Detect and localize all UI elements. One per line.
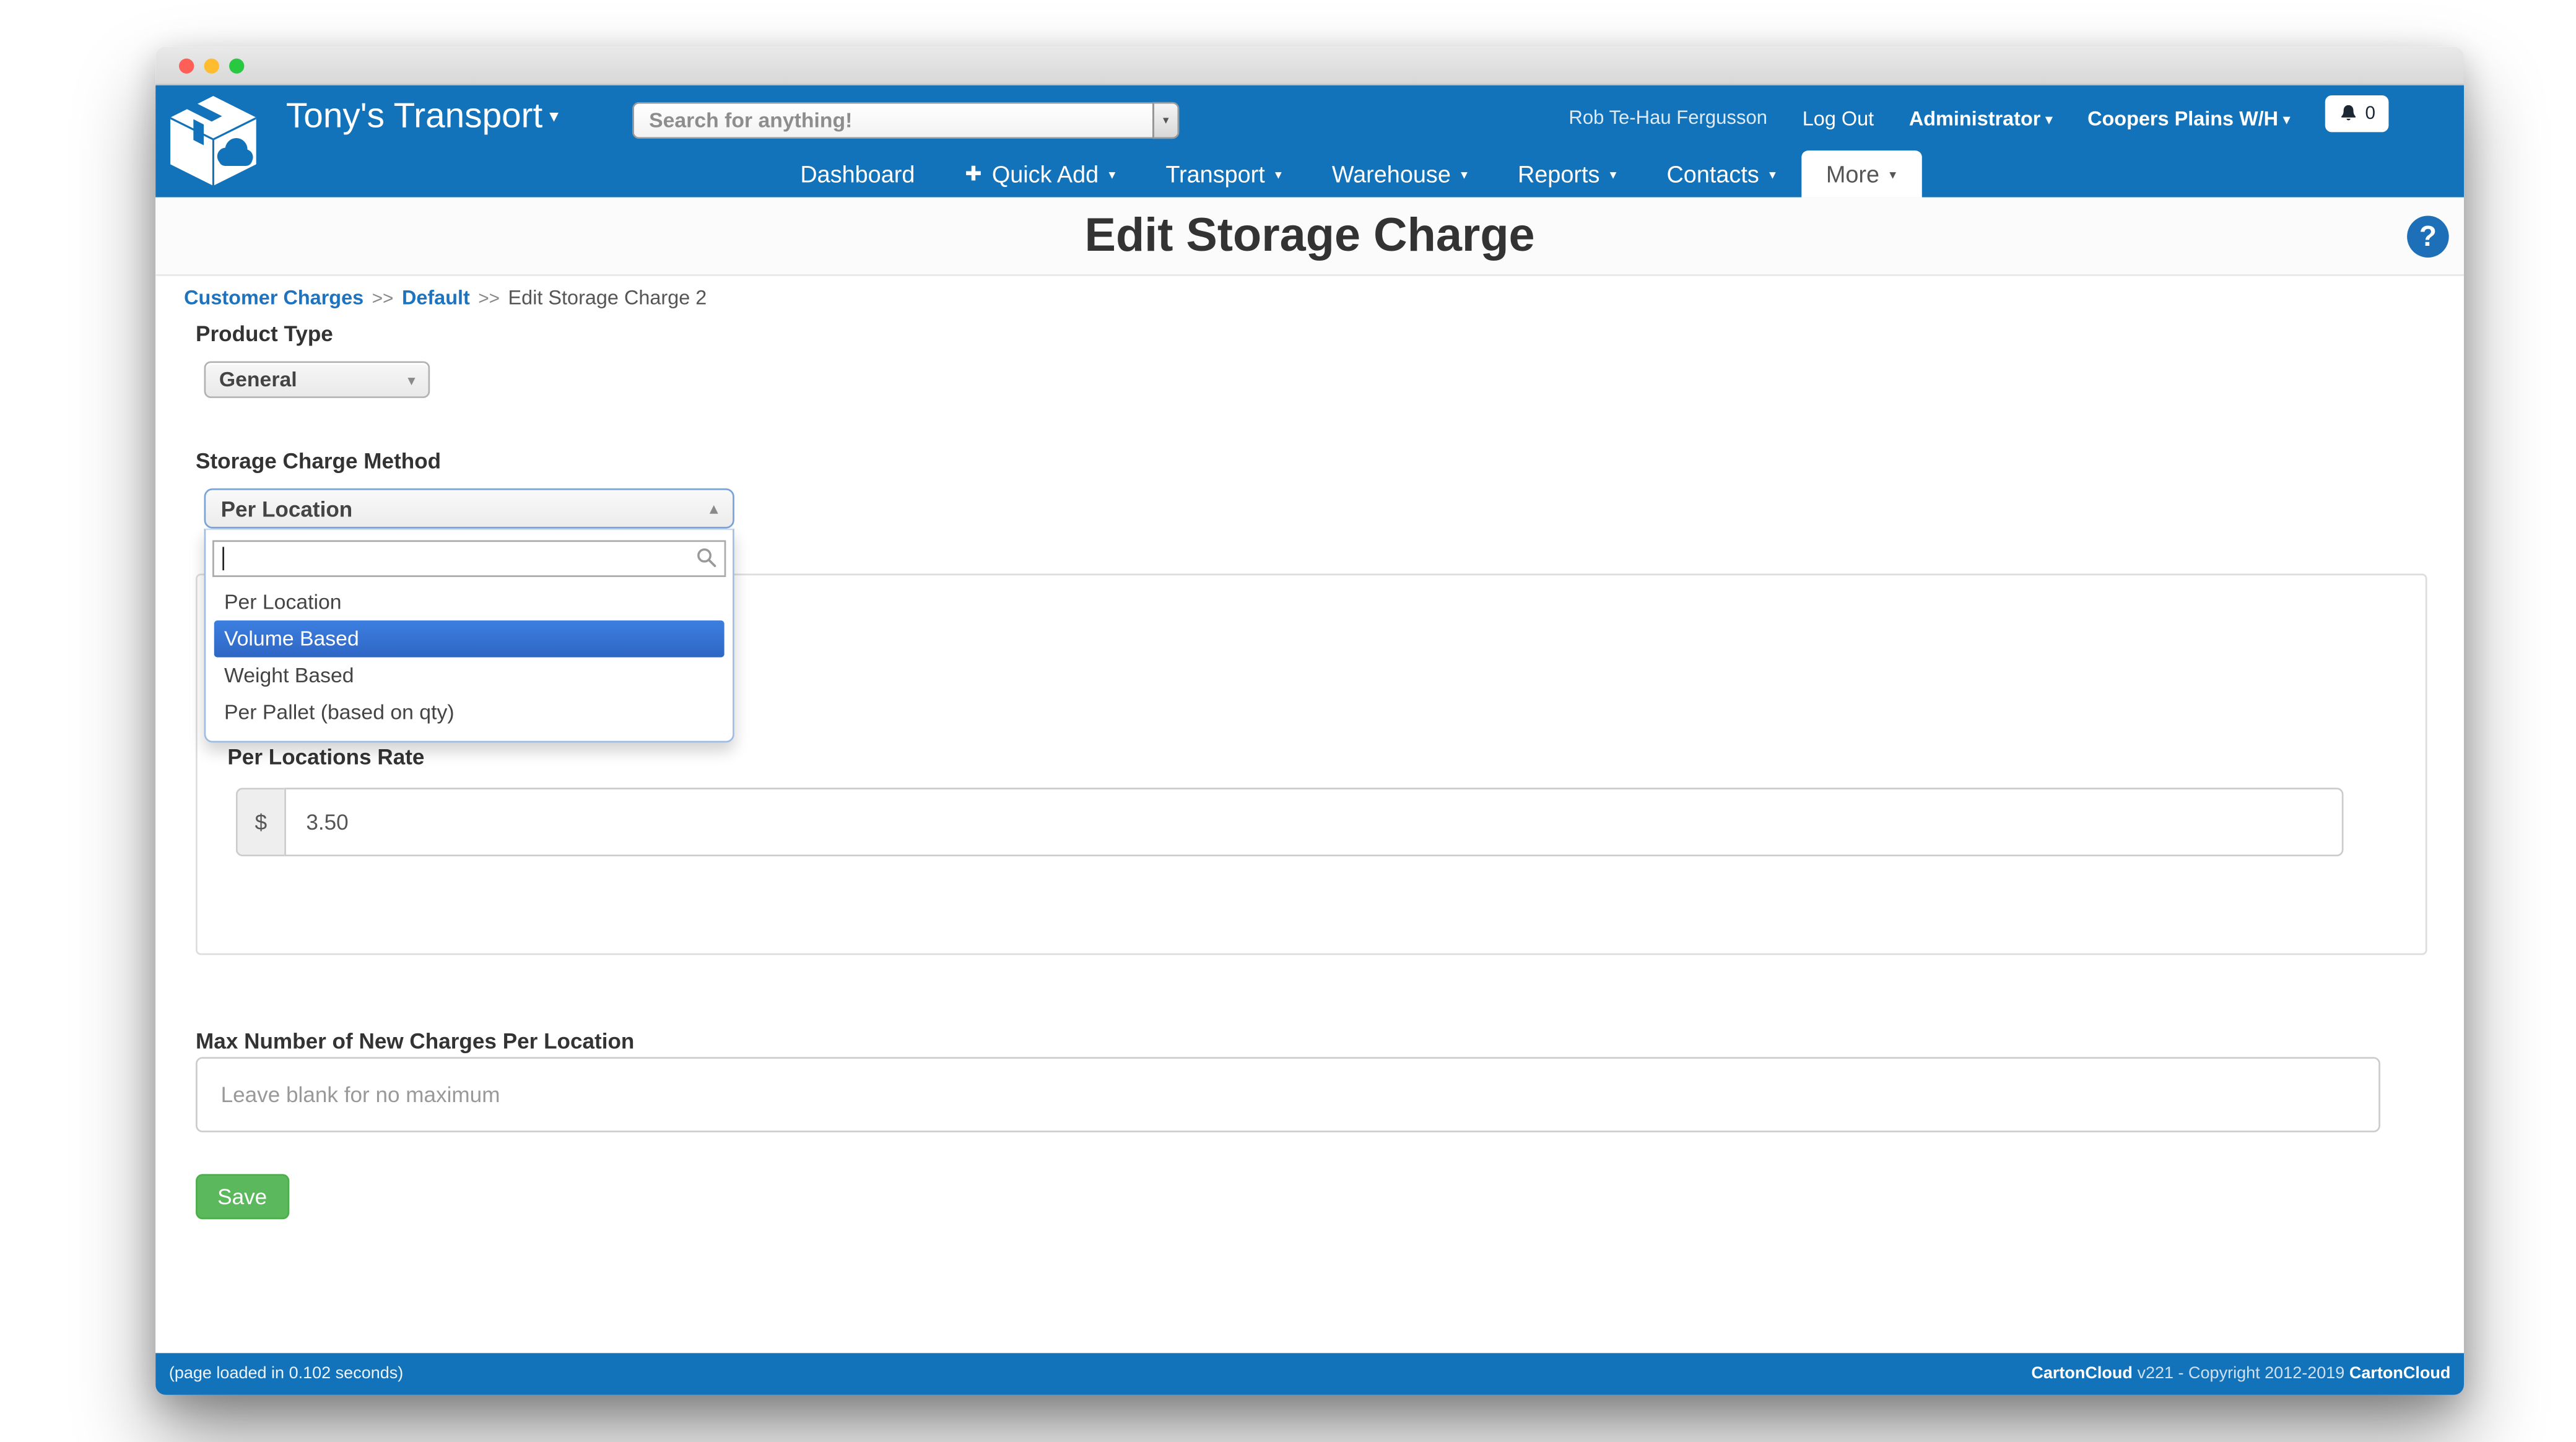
tenant-name: Tony's Transport bbox=[285, 97, 543, 136]
notification-count: 0 bbox=[2365, 103, 2376, 124]
max-charges-input[interactable] bbox=[196, 1057, 2380, 1132]
logout-link[interactable]: Log Out bbox=[1803, 106, 1874, 130]
storage-charge-method-select[interactable]: Per Location ▴ bbox=[204, 488, 734, 529]
page-content: Edit Storage Charge ? Customer Charges >>… bbox=[155, 197, 2464, 1353]
chevron-down-icon: ▾ bbox=[408, 372, 415, 388]
save-button[interactable]: Save bbox=[196, 1174, 289, 1220]
close-window-button[interactable] bbox=[179, 58, 194, 74]
option-per-location[interactable]: Per Location bbox=[214, 584, 724, 620]
option-weight-based[interactable]: Weight Based bbox=[214, 658, 724, 694]
nav-reports[interactable]: Reports ▾ bbox=[1492, 150, 1642, 198]
cartoncloud-logo-icon bbox=[165, 90, 261, 191]
currency-prefix: $ bbox=[235, 788, 285, 857]
breadcrumb: Customer Charges >> Default >> Edit Storage … bbox=[184, 286, 707, 310]
rate-input-group: $ bbox=[235, 788, 2344, 857]
breadcrumb-customer-charges[interactable]: Customer Charges bbox=[184, 286, 363, 310]
nav-dashboard[interactable]: Dashboard bbox=[775, 150, 940, 198]
search-icon bbox=[697, 548, 716, 567]
breadcrumb-separator: >> bbox=[478, 289, 500, 310]
method-dropdown-search bbox=[212, 540, 726, 577]
product-type-select[interactable]: General ▾ bbox=[204, 361, 430, 398]
breadcrumb-separator: >> bbox=[372, 289, 394, 310]
page-load-time: (page loaded in 0.102 seconds) bbox=[168, 1365, 404, 1383]
warehouse-menu[interactable]: Coopers Plains W/H ▾ bbox=[2087, 106, 2290, 130]
chevron-down-icon: ▾ bbox=[1609, 166, 1617, 182]
nav-warehouse[interactable]: Warehouse ▾ bbox=[1307, 150, 1492, 198]
max-charges-label: Max Number of New Charges Per Location bbox=[196, 1028, 635, 1054]
storage-charge-method-label: Storage Charge Method bbox=[196, 448, 442, 474]
app-header: Tony's Transport ▾ ▾ Rob Te-Hau Fergusson… bbox=[155, 85, 2464, 198]
chevron-down-icon: ▾ bbox=[1769, 166, 1776, 182]
tenant-menu[interactable]: Tony's Transport ▾ bbox=[286, 97, 559, 137]
user-name: Rob Te-Hau Fergusson bbox=[1569, 108, 1768, 128]
role-menu[interactable]: Administrator ▾ bbox=[1909, 106, 2053, 130]
warehouse-label: Coopers Plains W/H bbox=[2087, 106, 2279, 130]
option-per-pallet[interactable]: Per Pallet (based on qty) bbox=[214, 694, 724, 731]
chevron-down-icon: ▾ bbox=[2283, 111, 2291, 126]
nav-more[interactable]: More ▾ bbox=[1801, 150, 1921, 198]
minimize-window-button[interactable] bbox=[204, 58, 219, 74]
text-cursor bbox=[222, 547, 224, 571]
method-dropdown: Per Location Volume Based Weight Based P… bbox=[204, 528, 734, 743]
chevron-up-icon: ▴ bbox=[710, 499, 718, 516]
breadcrumb-current: Edit Storage Charge 2 bbox=[508, 285, 707, 310]
search-scope-dropdown[interactable]: ▾ bbox=[1152, 102, 1180, 139]
option-volume-based[interactable]: Volume Based bbox=[214, 620, 724, 658]
help-button[interactable]: ? bbox=[2407, 215, 2449, 258]
chevron-down-icon: ▾ bbox=[1461, 166, 1468, 182]
chevron-down-icon: ▾ bbox=[1163, 115, 1169, 128]
plus-icon: ✚ bbox=[965, 162, 982, 186]
window-titlebar bbox=[155, 46, 2464, 85]
role-label: Administrator bbox=[1908, 106, 2041, 130]
nav-contacts[interactable]: Contacts ▾ bbox=[1642, 150, 1801, 198]
nav-transport[interactable]: Transport ▾ bbox=[1141, 150, 1307, 198]
app-window: Tony's Transport ▾ ▾ Rob Te-Hau Fergusson… bbox=[155, 46, 2464, 1395]
breadcrumb-default[interactable]: Default bbox=[402, 286, 470, 310]
dropdown-search-input[interactable] bbox=[212, 540, 726, 577]
chevron-down-icon: ▾ bbox=[1274, 166, 1282, 182]
search-input[interactable] bbox=[632, 102, 1153, 139]
fullscreen-window-button[interactable] bbox=[229, 58, 245, 74]
page-title: Edit Storage Charge bbox=[1084, 209, 1535, 261]
method-options-list: Per Location Volume Based Weight Based P… bbox=[214, 584, 724, 731]
chevron-down-icon: ▾ bbox=[1889, 166, 1897, 182]
product-type-label: Product Type bbox=[196, 321, 333, 347]
chevron-down-icon: ▾ bbox=[549, 106, 559, 128]
bell-icon bbox=[2341, 105, 2356, 121]
page-title-bar: Edit Storage Charge ? bbox=[155, 197, 2464, 276]
main-nav: Dashboard ✚ Quick Add ▾ Transport ▾ Warehou… bbox=[155, 150, 2464, 198]
notifications-button[interactable]: 0 bbox=[2325, 95, 2389, 132]
chevron-down-icon: ▾ bbox=[1108, 166, 1116, 182]
user-toolbar: Rob Te-Hau Fergusson Log Out Administrat… bbox=[1569, 95, 2389, 132]
copyright: CartonCloud v221 - Copyright 2012-2019 C… bbox=[2031, 1365, 2451, 1383]
app-footer: (page loaded in 0.102 seconds) CartonClo… bbox=[155, 1353, 2464, 1395]
chevron-down-icon: ▾ bbox=[2045, 111, 2053, 126]
product-type-value: General bbox=[219, 368, 297, 392]
nav-quick-add[interactable]: ✚ Quick Add ▾ bbox=[940, 150, 1141, 198]
global-search: ▾ bbox=[632, 102, 1180, 139]
storage-charge-method-value: Per Location bbox=[220, 495, 353, 521]
desktop: Tony's Transport ▾ ▾ Rob Te-Hau Fergusson… bbox=[0, 0, 2576, 1442]
per-locations-rate-label: Per Locations Rate bbox=[227, 744, 425, 770]
rate-input[interactable] bbox=[284, 788, 2344, 857]
